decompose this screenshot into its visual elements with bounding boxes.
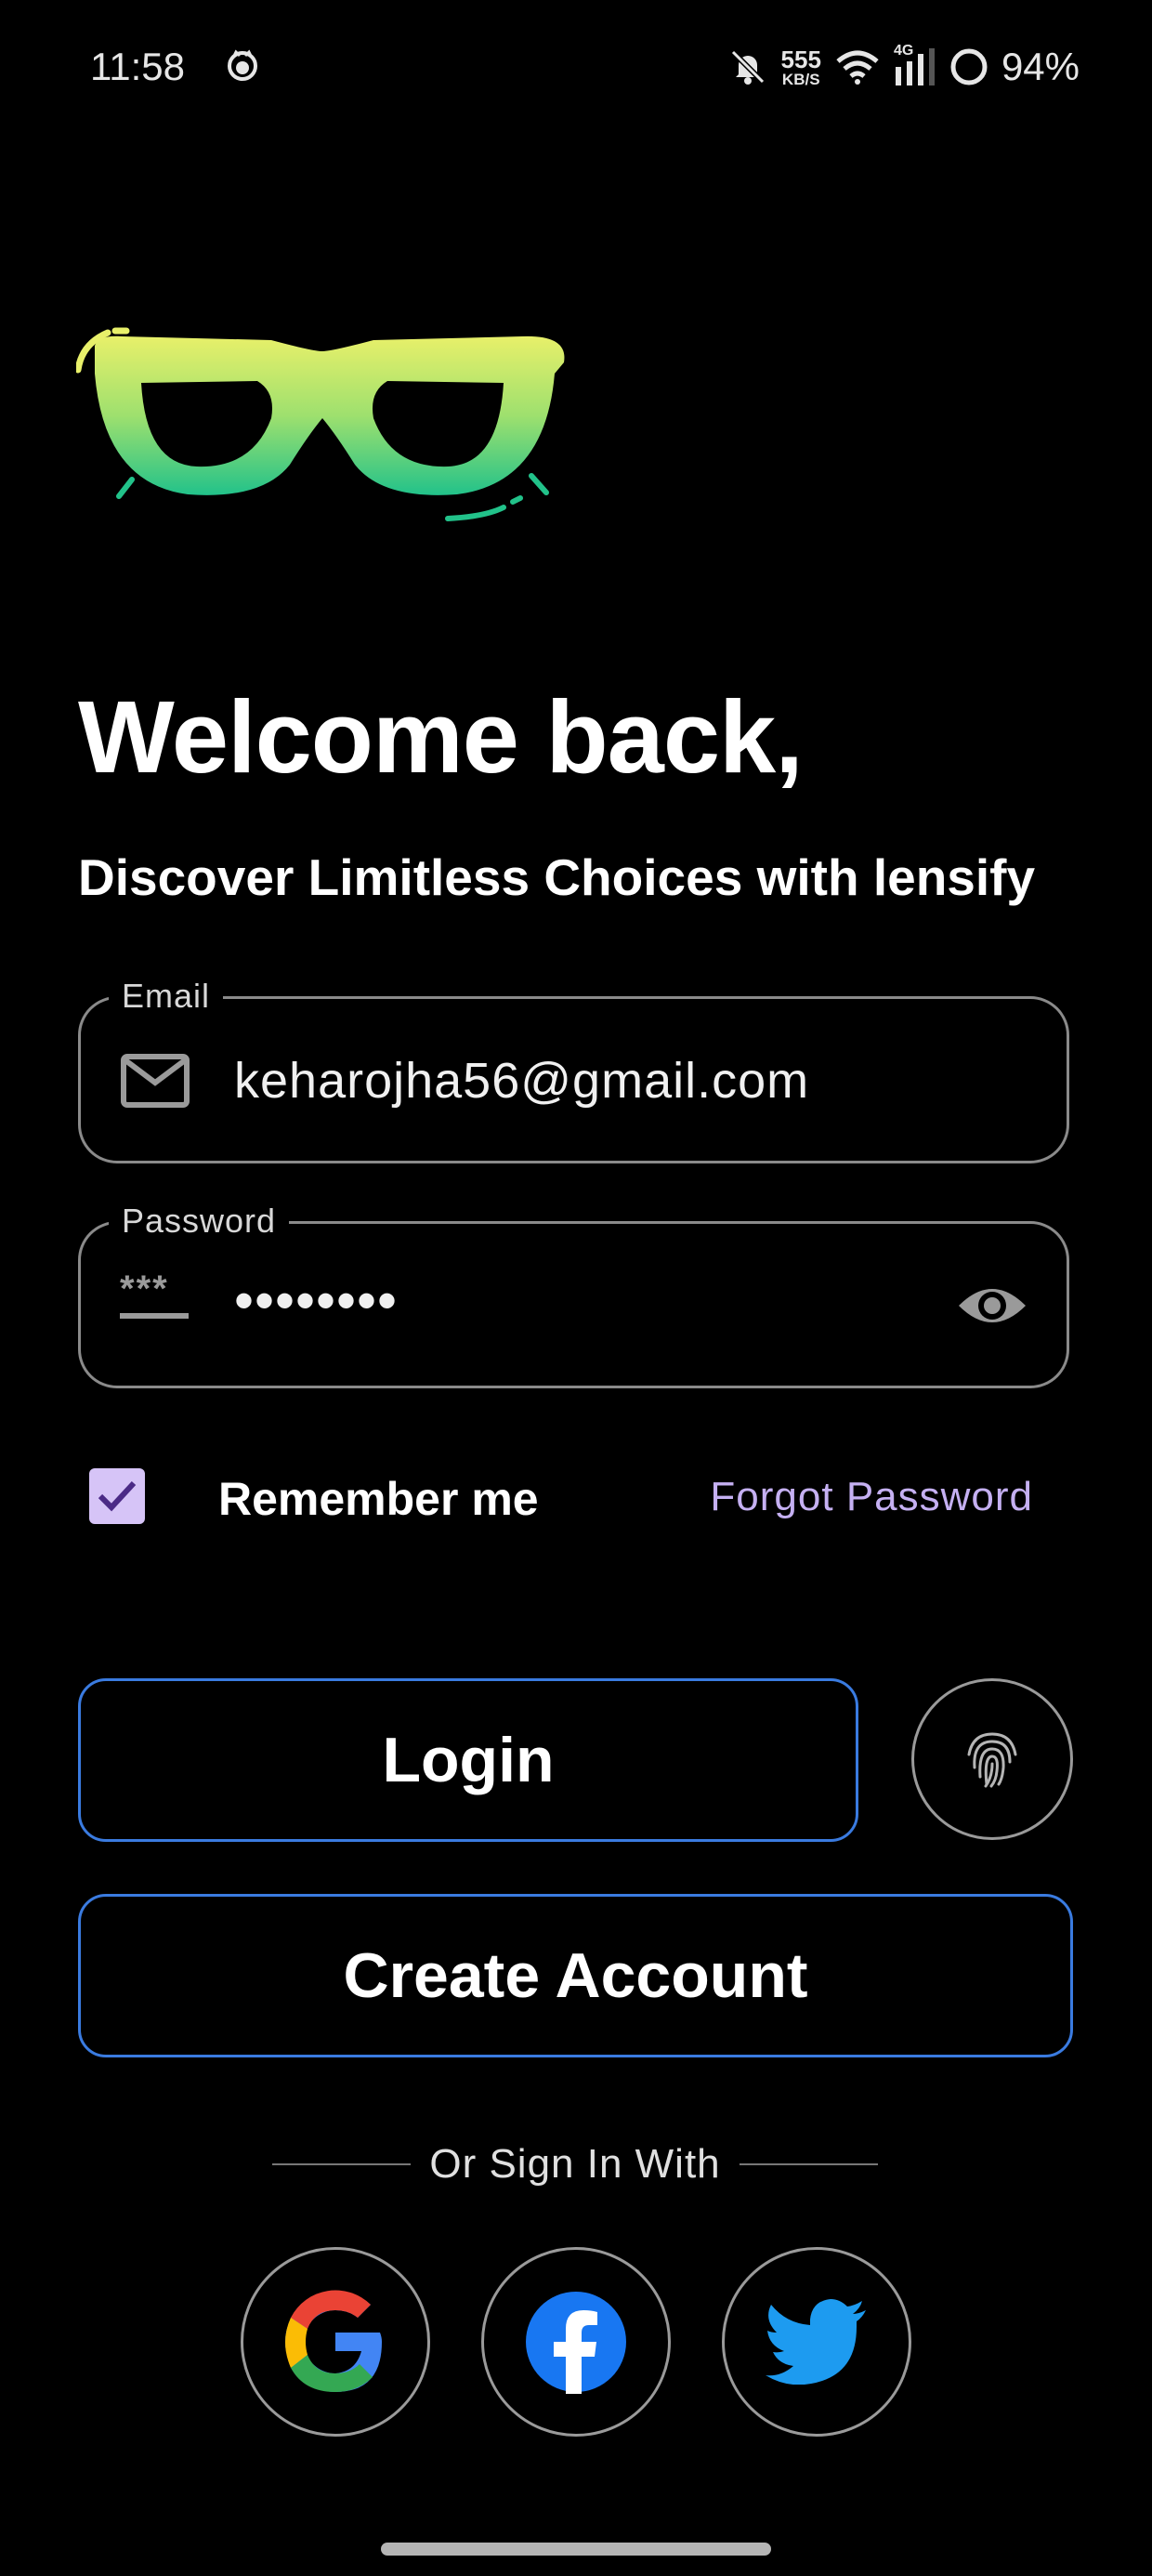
net-speed-unit: KB/S	[781, 70, 820, 88]
eye-icon[interactable]	[955, 1278, 1029, 1334]
fingerprint-button[interactable]	[911, 1678, 1073, 1840]
social-divider-text: Or Sign In With	[429, 2141, 721, 2187]
net-speed-value: 555	[780, 45, 821, 73]
remember-me-checkbox[interactable]	[89, 1468, 145, 1524]
twitter-icon	[766, 2299, 866, 2385]
forgot-password-link[interactable]: Forgot Password	[710, 1474, 1033, 1520]
password-icon: ***	[120, 1270, 190, 1319]
fingerprint-icon	[967, 1732, 1017, 1788]
email-field[interactable]: Email keharojha56@gmail.com	[78, 977, 1069, 1163]
battery-icon	[950, 48, 988, 85]
cat-icon	[228, 49, 257, 81]
battery-percent: 94%	[1001, 45, 1080, 88]
check-icon	[98, 1480, 137, 1512]
net-speed: 555 KB/S	[781, 47, 821, 87]
mute-icon	[730, 49, 765, 85]
signal-icon: 4G	[894, 43, 936, 87]
page-title: Welcome back,	[78, 680, 804, 795]
social-divider: Or Sign In With	[272, 2141, 878, 2188]
divider-line-right	[739, 2163, 878, 2165]
facebook-sign-in-button[interactable]	[481, 2247, 671, 2437]
password-field[interactable]: Password *** ••••••••	[78, 1202, 1069, 1388]
wifi-icon	[836, 50, 879, 85]
page-subtitle: Discover Limitless Choices with lensify	[78, 848, 1036, 906]
divider-line-left	[272, 2163, 412, 2165]
twitter-sign-in-button[interactable]	[722, 2247, 911, 2437]
login-button[interactable]: Login	[78, 1678, 858, 1842]
status-icons: 555 KB/S 4G 94%	[727, 41, 1080, 93]
sunglasses-logo	[76, 327, 565, 521]
home-indicator	[381, 2543, 771, 2556]
status-time: 11:58	[90, 45, 185, 88]
email-icon	[121, 1054, 190, 1108]
email-value: keharojha56@gmail.com	[234, 1053, 810, 1109]
remember-me-label: Remember me	[218, 1473, 539, 1525]
create-account-button[interactable]: Create Account	[78, 1894, 1073, 2057]
google-sign-in-button[interactable]	[241, 2247, 430, 2437]
facebook-icon	[526, 2292, 626, 2394]
google-icon	[285, 2290, 382, 2392]
password-label: Password	[109, 1202, 290, 1241]
email-label: Email	[109, 977, 224, 1016]
password-value: ••••••••	[234, 1269, 399, 1332]
